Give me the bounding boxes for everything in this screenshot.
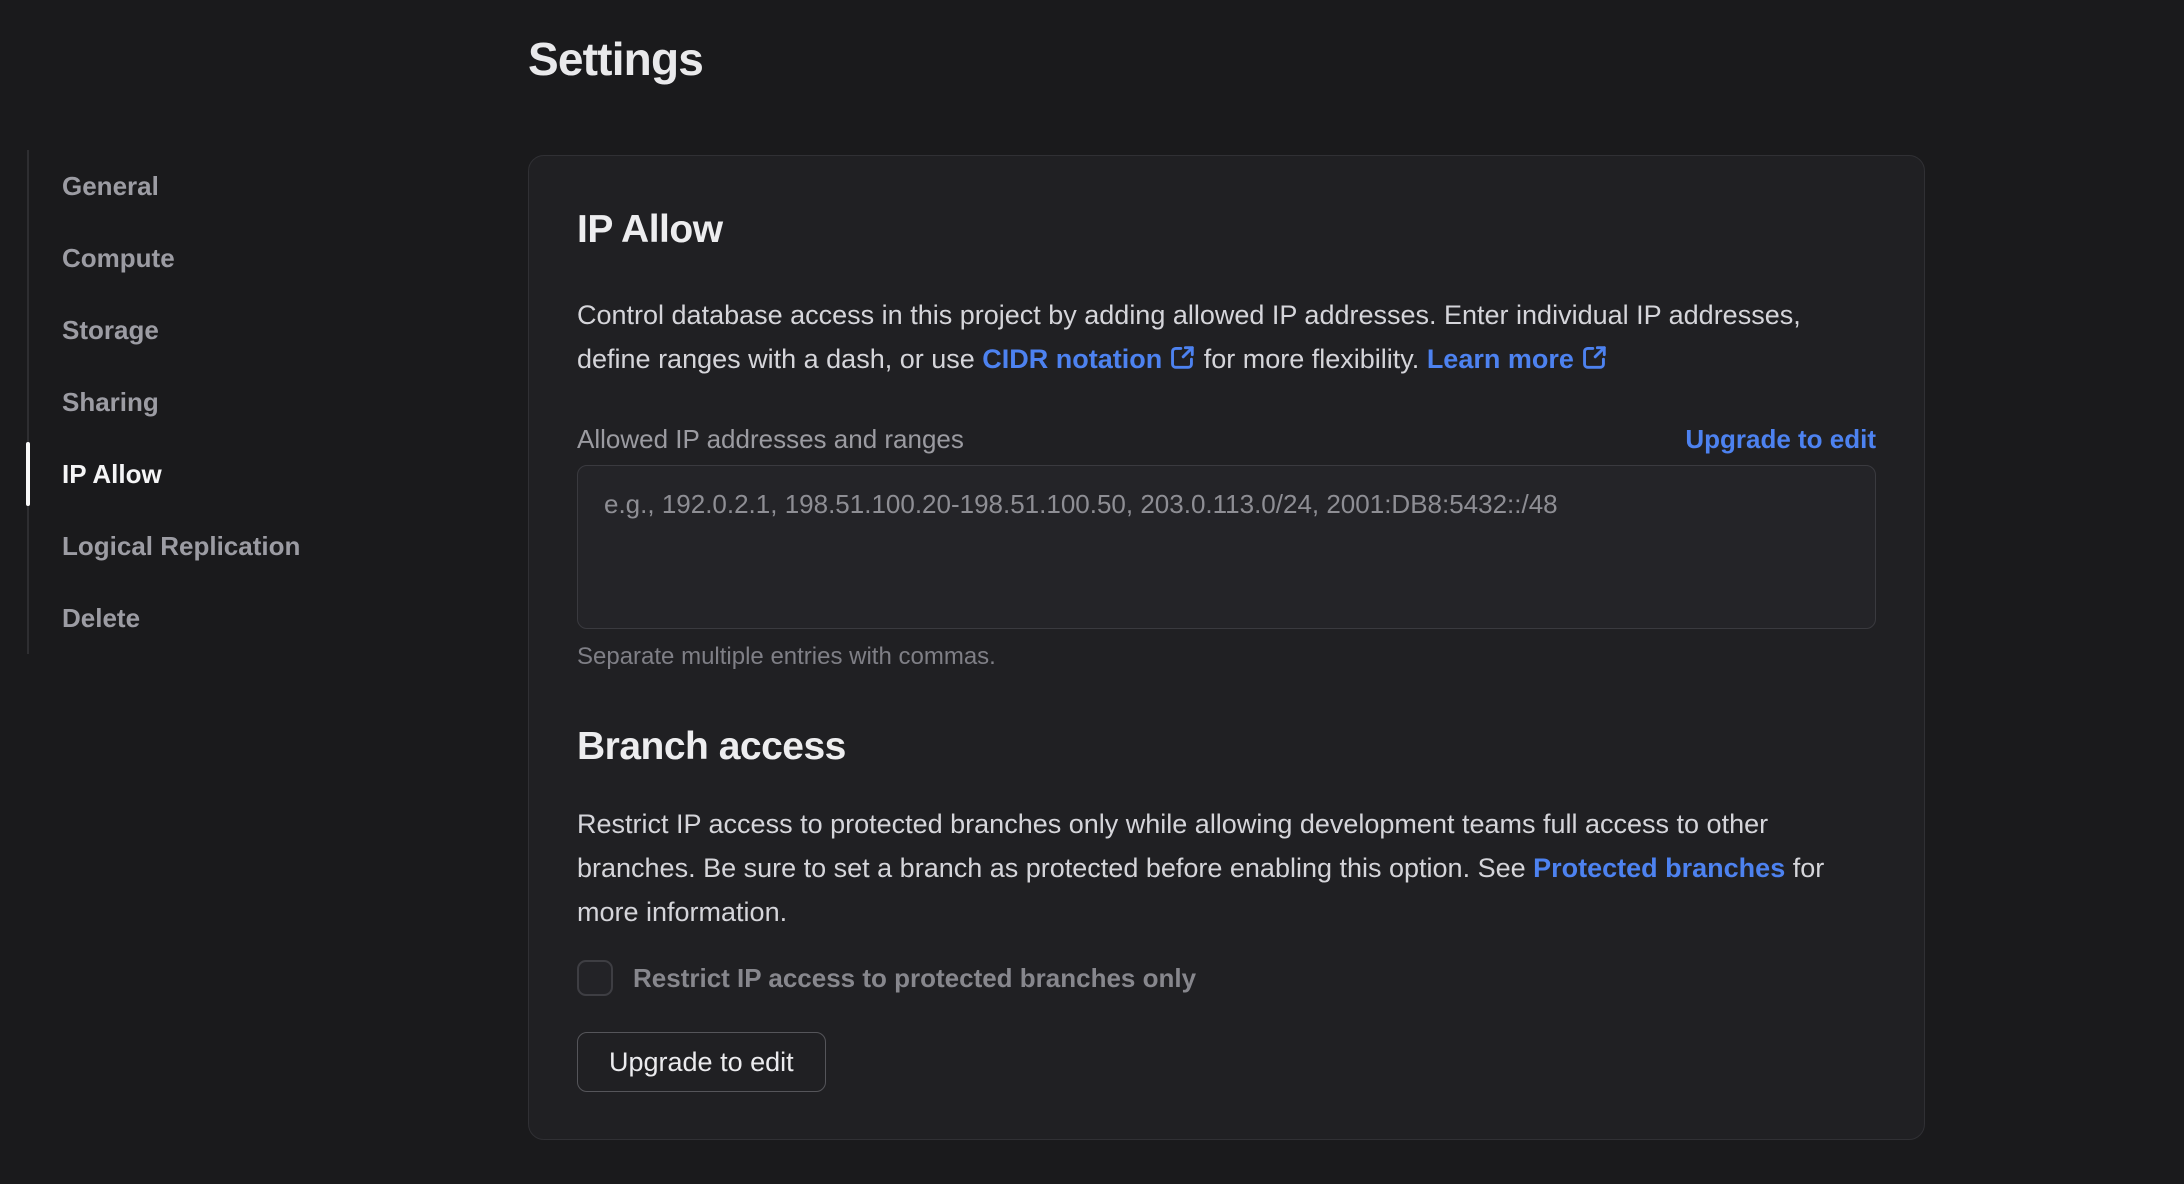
sidebar-item-logical-replication[interactable]: Logical Replication (29, 510, 447, 582)
sidebar-item-ip-allow[interactable]: IP Allow (26, 438, 447, 510)
protected-branches-link[interactable]: Protected branches (1533, 853, 1785, 883)
cidr-notation-link[interactable]: CIDR notation (982, 344, 1196, 374)
allowed-ip-textarea[interactable] (577, 465, 1876, 629)
external-link-icon (1171, 346, 1194, 369)
learn-more-link[interactable]: Learn more (1427, 344, 1608, 374)
settings-sidebar: General Compute Storage Sharing IP Allow… (26, 150, 447, 654)
sidebar-item-storage[interactable]: Storage (29, 294, 447, 366)
branch-access-heading: Branch access (577, 725, 846, 768)
learn-more-link-label: Learn more (1426, 344, 1574, 374)
sidebar-item-delete[interactable]: Delete (29, 582, 447, 654)
page-title: Settings (528, 33, 704, 85)
protected-branches-link-label: Protected branches (1533, 853, 1786, 883)
textarea-helper-text: Separate multiple entries with commas. (577, 643, 996, 670)
sidebar-item-compute[interactable]: Compute (29, 222, 447, 294)
allowed-ip-field-row: Allowed IP addresses and ranges Upgrade … (577, 423, 1876, 455)
upgrade-to-edit-link[interactable]: Upgrade to edit (1685, 423, 1876, 455)
sidebar-item-sharing[interactable]: Sharing (29, 366, 447, 438)
ip-allow-description: Control database access in this project … (577, 293, 1876, 381)
sidebar-item-general[interactable]: General (29, 150, 447, 222)
upgrade-to-edit-button[interactable]: Upgrade to edit (577, 1032, 826, 1092)
ip-allow-description-text-2: for more flexibility. (1196, 344, 1427, 374)
ip-allow-settings-card: IP Allow Control database access in this… (528, 155, 1925, 1140)
restrict-ip-checkbox-label: Restrict IP access to protected branches… (633, 962, 1197, 993)
cidr-notation-link-label: CIDR notation (982, 344, 1163, 374)
branch-access-description: Restrict IP access to protected branches… (577, 802, 1876, 934)
allowed-ip-field-label: Allowed IP addresses and ranges (577, 424, 964, 454)
restrict-ip-checkbox[interactable] (577, 960, 613, 996)
restrict-ip-checkbox-row[interactable]: Restrict IP access to protected branches… (577, 960, 1876, 996)
ip-allow-heading: IP Allow (577, 208, 723, 251)
external-link-icon (1582, 346, 1606, 369)
